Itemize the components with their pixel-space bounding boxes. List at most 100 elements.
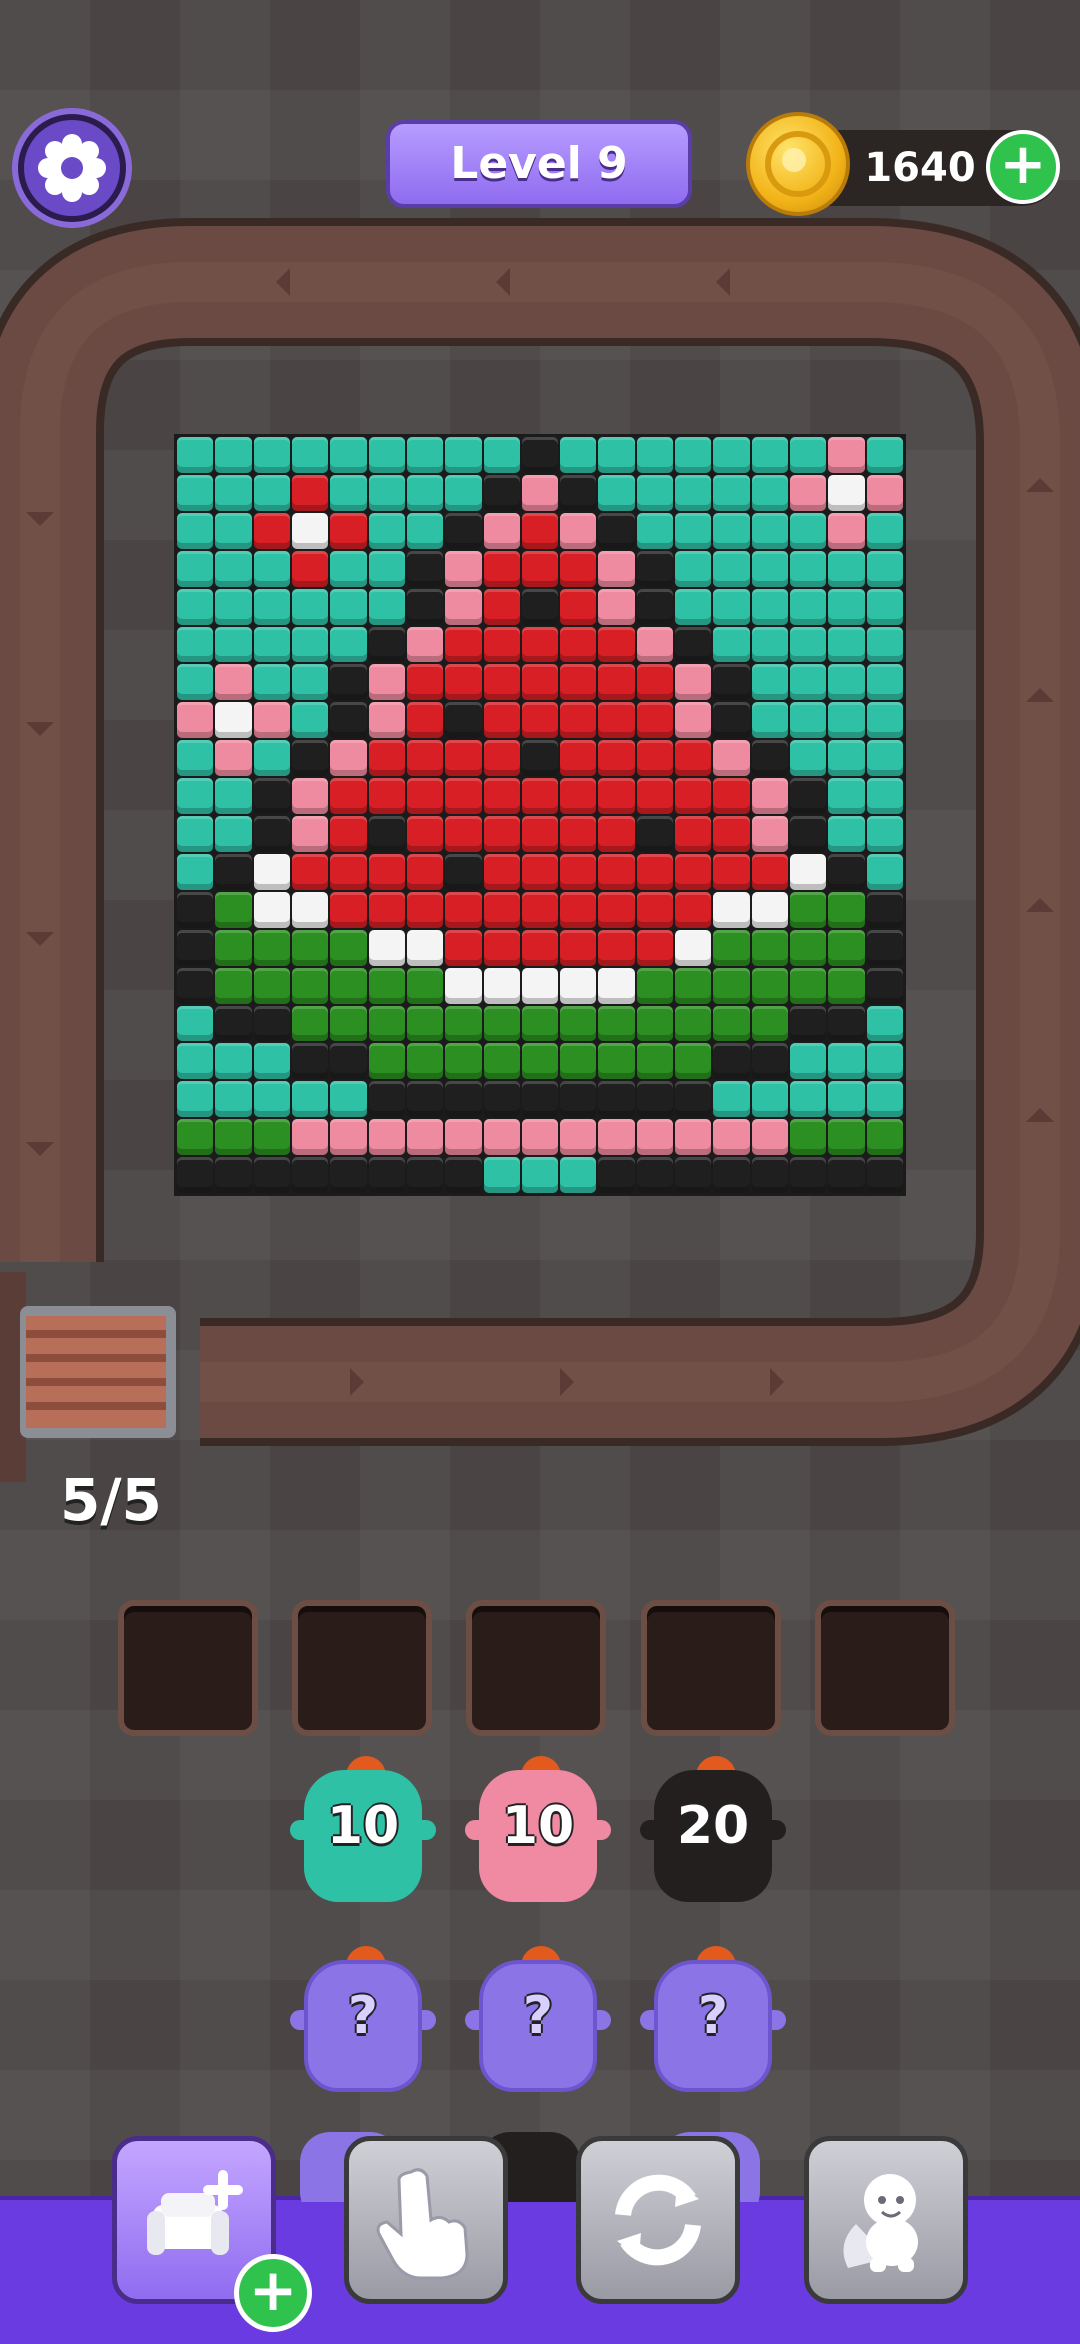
pixel-cell [330,664,367,701]
pixel-cell [215,1005,252,1042]
pixel-cell [636,853,674,890]
pixel-cell [866,1157,903,1193]
pixel-cell [368,1081,405,1118]
shooter-pink[interactable]: 10 [463,1752,613,1902]
pixel-cell [291,1043,329,1080]
pixel-cell [598,1157,635,1193]
pixel-cell [636,1005,674,1042]
pixel-cell [445,929,482,966]
pixel-cell [675,740,712,777]
shooter-mystery[interactable]: ? [638,1942,788,2092]
settings-button[interactable] [12,108,132,228]
holding-slot[interactable] [118,1600,258,1736]
holding-slot[interactable] [292,1600,432,1736]
pixel-cell [675,929,712,966]
pixel-cell [560,512,597,549]
pixel-cell [253,550,290,587]
pixel-cell [675,778,712,814]
pixel-cell [790,967,827,1004]
pixel-cell [790,664,827,701]
pixel-cell [253,778,290,814]
pixel-cell [291,1119,329,1156]
pixel-cell [636,1043,674,1080]
pixel-cell [215,1043,252,1080]
pixel-cell [866,967,903,1004]
pixel-cell [751,588,789,625]
shooter-mystery[interactable]: ? [288,1942,438,2092]
shuffle-booster-button[interactable] [576,2136,740,2304]
pixel-cell [560,1043,597,1080]
pixel-cell [675,1005,712,1042]
pixel-cell [291,664,329,701]
pixel-cell [483,1119,520,1156]
pixel-cell [521,1081,559,1118]
pixel-cell [253,664,290,701]
pixel-cell [330,1119,367,1156]
pixel-cell [445,1157,482,1193]
pixel-cell [751,891,789,928]
pixel-cell [790,512,827,549]
pixel-cell [483,437,520,473]
pixel-cell [330,929,367,966]
pixel-cell [828,1119,865,1156]
shooter-black[interactable]: 20 [638,1752,788,1902]
pixel-cell [215,664,252,701]
holding-slot[interactable] [815,1600,955,1736]
pixel-cell [560,1119,597,1156]
pixel-cell [598,740,635,777]
pixel-cell [483,1081,520,1118]
pixel-cell [521,588,559,625]
pixel-cell [713,550,750,587]
add-booster-button[interactable]: + [234,2254,312,2332]
pixel-cell [177,702,214,739]
pixel-cell [368,1043,405,1080]
shooter-teal[interactable]: 10 [288,1752,438,1902]
pixel-cell [598,702,635,739]
pixel-cell [636,437,674,473]
pixel-cell [215,588,252,625]
shooter-count: ? [697,1986,729,2046]
pixel-cell [560,1081,597,1118]
holding-slot[interactable] [641,1600,781,1736]
shooter-count: ? [522,1986,554,2046]
pixel-cell [215,474,252,511]
pixel-cell [521,891,559,928]
shuffle-icon [615,2174,701,2266]
pixel-cell [828,1005,865,1042]
tap-booster-button[interactable] [344,2136,508,2304]
pixel-cell [330,740,367,777]
pixel-cell [790,550,827,587]
pixel-cell [483,929,520,966]
pixel-cell [483,664,520,701]
holding-slot[interactable] [466,1600,606,1736]
pixel-cell [828,588,865,625]
pixel-cell [445,664,482,701]
pixel-cell [445,702,482,739]
pixel-cell [445,588,482,625]
hero-booster-button[interactable] [804,2136,968,2304]
pixel-cell [483,1005,520,1042]
pixel-cell [751,664,789,701]
pixel-cell [866,740,903,777]
add-coins-button[interactable]: + [986,130,1060,204]
pixel-cell [291,702,329,739]
pixel-cell [177,929,214,966]
pixel-cell [253,1157,290,1193]
pixel-cell [790,437,827,473]
pixel-cell [598,588,635,625]
pixel-cell [521,778,559,814]
pixel-cell [560,740,597,777]
shooter-mystery[interactable]: ? [463,1942,613,2092]
pixel-cell [253,740,290,777]
pixel-cell [713,512,750,549]
pixel-cell [445,1081,482,1118]
pixel-cell [215,702,252,739]
pixel-cell [751,778,789,814]
pixel-cell [445,740,482,777]
pixel-cell [866,891,903,928]
pixel-cell [177,816,214,852]
pixel-cell [368,588,405,625]
pixel-cell [598,1043,635,1080]
pixel-cell [253,588,290,625]
pixel-cell [713,816,750,852]
